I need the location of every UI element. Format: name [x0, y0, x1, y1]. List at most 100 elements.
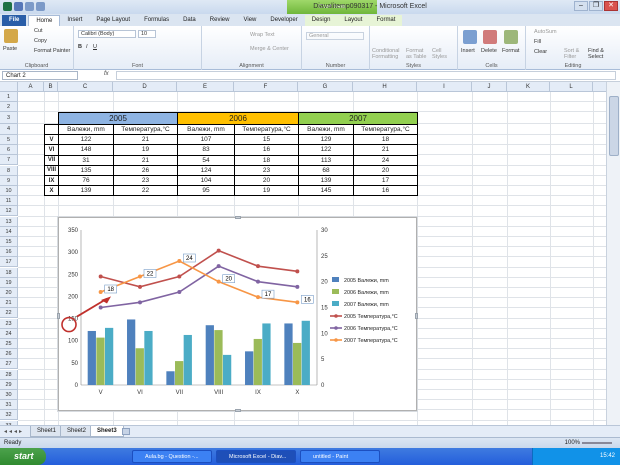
- column-header[interactable]: F: [234, 82, 298, 92]
- row-header[interactable]: 9: [0, 175, 18, 186]
- table-cell[interactable]: 31: [58, 154, 114, 166]
- format-as-table-button[interactable]: Format as Table: [406, 48, 430, 60]
- chart-resize-handle-left[interactable]: [57, 313, 60, 319]
- combo-chart[interactable]: 050100150200250300350051015202530V VI VII V…: [59, 218, 416, 410]
- table-cell[interactable]: 19: [234, 185, 299, 197]
- table-cell[interactable]: 16: [234, 144, 299, 156]
- cell-styles-button[interactable]: Cell Styles: [432, 48, 454, 60]
- table-cell[interactable]: 122: [58, 134, 114, 146]
- tab-insert[interactable]: Insert: [60, 15, 89, 26]
- zoom-slider[interactable]: [582, 442, 612, 444]
- table-cell[interactable]: 148: [58, 144, 114, 156]
- tab-design[interactable]: Design: [304, 15, 338, 26]
- data-label[interactable]: 16: [304, 297, 311, 303]
- delete-cells-button[interactable]: Delete: [481, 48, 497, 54]
- line-point[interactable]: [295, 300, 300, 305]
- bar-2007-mm[interactable]: [262, 323, 271, 385]
- name-box[interactable]: Chart 2: [2, 71, 78, 80]
- data-label[interactable]: 24: [186, 256, 193, 262]
- year-2005-header[interactable]: 2005: [58, 112, 178, 125]
- italic-button[interactable]: I: [86, 44, 88, 50]
- copy-button[interactable]: Copy: [34, 38, 47, 44]
- table-cell[interactable]: 139: [58, 185, 114, 197]
- column-header-cell[interactable]: Валежи, mm: [58, 123, 114, 136]
- autosum-button[interactable]: AutoSum: [534, 29, 557, 35]
- bar-2006-mm[interactable]: [135, 348, 144, 385]
- row-header[interactable]: 21: [0, 298, 18, 309]
- chart-resize-handle-bottom[interactable]: [235, 409, 241, 412]
- row-header[interactable]: 28: [0, 369, 18, 380]
- scrollbar-thumb[interactable]: [609, 96, 619, 156]
- conditional-formatting-button[interactable]: Conditional Formatting: [372, 48, 402, 60]
- sort-filter-button[interactable]: Sort & Filter: [564, 48, 586, 60]
- taskbar-item-excel[interactable]: Microsoft Excel - Diav...: [216, 450, 296, 463]
- table-cell[interactable]: [44, 123, 59, 136]
- table-cell[interactable]: 24: [353, 154, 418, 166]
- row-header[interactable]: 25: [0, 338, 18, 350]
- table-cell[interactable]: 135: [58, 164, 114, 176]
- row-header[interactable]: 13: [0, 216, 18, 227]
- row-header[interactable]: 31: [0, 400, 18, 411]
- table-cell[interactable]: 124: [177, 164, 235, 176]
- format-cells-button[interactable]: Format: [502, 48, 519, 54]
- close-button[interactable]: ✕: [604, 1, 618, 11]
- table-cell[interactable]: 21: [353, 144, 418, 156]
- data-label[interactable]: 20: [225, 277, 232, 283]
- paste-button[interactable]: Paste: [3, 46, 17, 52]
- line-point[interactable]: [216, 248, 221, 253]
- column-header-cell[interactable]: Температура,°C: [234, 123, 299, 136]
- year-2007-header[interactable]: 2007: [298, 112, 418, 125]
- table-cell[interactable]: 26: [113, 164, 178, 176]
- line-point[interactable]: [295, 284, 300, 289]
- line-point[interactable]: [295, 269, 300, 274]
- month-label-cell[interactable]: IX: [44, 174, 59, 187]
- bar-2005-mm[interactable]: [284, 323, 293, 385]
- font-size-select[interactable]: 10: [138, 30, 156, 38]
- tab-developer[interactable]: Developer: [263, 15, 304, 26]
- bar-2006-mm[interactable]: [175, 361, 184, 385]
- line-point[interactable]: [216, 264, 221, 269]
- column-header[interactable]: G: [298, 82, 353, 92]
- data-label[interactable]: 22: [147, 272, 154, 278]
- column-header-cell[interactable]: Валежи, mm: [177, 123, 235, 136]
- row-header[interactable]: 23: [0, 318, 18, 329]
- number-format-select[interactable]: General: [306, 32, 364, 40]
- row-header[interactable]: 26: [0, 349, 18, 360]
- table-cell[interactable]: 19: [113, 144, 178, 156]
- table-cell[interactable]: 18: [353, 134, 418, 146]
- table-cell[interactable]: 129: [298, 134, 354, 146]
- underline-button[interactable]: U: [93, 44, 97, 50]
- sheet-tab-3[interactable]: Sheet3: [90, 426, 124, 437]
- table-cell[interactable]: 83: [177, 144, 235, 156]
- start-button[interactable]: start: [0, 448, 46, 465]
- row-header[interactable]: 22: [0, 308, 18, 319]
- undo-icon[interactable]: [25, 2, 34, 11]
- bar-2007-mm[interactable]: [104, 327, 114, 385]
- line-point[interactable]: [138, 274, 142, 279]
- zoom-level[interactable]: 100%: [565, 440, 580, 446]
- worksheet-grid[interactable]: ABCDEFGHIJKLMN 1234567891011121314151617…: [0, 82, 606, 425]
- column-header[interactable]: E: [177, 82, 234, 92]
- bar-2005-mm[interactable]: [87, 330, 96, 385]
- bold-button[interactable]: B: [78, 44, 82, 50]
- bar-2006-mm[interactable]: [293, 342, 302, 385]
- row-header[interactable]: 29: [0, 379, 18, 390]
- table-cell[interactable]: 139: [298, 174, 354, 187]
- column-header[interactable]: L: [550, 82, 593, 92]
- bar-2007-mm[interactable]: [222, 354, 232, 385]
- month-label-cell[interactable]: VII: [44, 154, 59, 166]
- bar-2007-mm[interactable]: [183, 334, 192, 385]
- tab-home[interactable]: Home: [28, 15, 61, 26]
- table-cell[interactable]: 54: [177, 154, 235, 166]
- row-header[interactable]: 3: [0, 112, 18, 125]
- sheet-nav-arrows[interactable]: ◂◂◂▸: [4, 428, 24, 435]
- row-header[interactable]: 15: [0, 236, 18, 248]
- month-label-cell[interactable]: X: [44, 185, 59, 197]
- sheet-tab-2[interactable]: Sheet2: [60, 426, 94, 437]
- vertical-scrollbar[interactable]: [606, 82, 620, 425]
- sheet-tab-1[interactable]: Sheet1: [30, 426, 64, 437]
- row-header[interactable]: 1: [0, 92, 18, 103]
- save-icon[interactable]: [14, 2, 23, 11]
- bar-2006-mm[interactable]: [96, 337, 105, 385]
- minimize-button[interactable]: –: [574, 1, 588, 11]
